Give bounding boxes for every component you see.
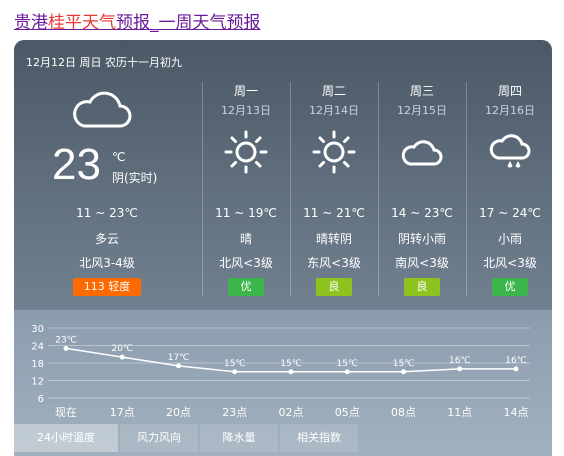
- temperature-point: [119, 354, 125, 360]
- wind-info: 北风<3级: [483, 256, 537, 270]
- date-label: 12月14日: [309, 104, 359, 117]
- temperature-point: [232, 369, 238, 375]
- aqi-badge[interactable]: 优: [228, 278, 264, 296]
- date-label: 12月15日: [397, 104, 447, 117]
- aqi-badge[interactable]: 良: [316, 278, 352, 296]
- temp-range: 14 ~ 23℃: [391, 206, 453, 220]
- x-tick-label: 23点: [222, 406, 247, 419]
- title-suffix: 预报_一周天气预报: [116, 13, 261, 33]
- forecast-day-1[interactable]: 周一 12月13日 11 ~ 19℃ 晴 北风<3级 优: [202, 76, 290, 296]
- weather-description: 小雨: [497, 232, 522, 246]
- weather-card: 12月12日 周日 农历十一月初九 23 ℃ 阴(实时) 11 ~ 23℃ 多云…: [14, 40, 552, 456]
- weather-description: 阴转小雨: [397, 232, 446, 246]
- aqi-badge[interactable]: 优: [492, 278, 528, 296]
- temperature-data-label: 16℃: [449, 356, 471, 366]
- title-prefix: 贵港: [14, 13, 48, 33]
- wind-info: 东风<3级: [307, 256, 361, 270]
- page-title[interactable]: 贵港桂平天气预报_一周天气预报: [14, 8, 261, 33]
- y-tick-label: 30: [31, 324, 44, 335]
- temp-range: 11 ~ 21℃: [303, 206, 365, 220]
- tab-indices[interactable]: 相关指数: [280, 424, 358, 452]
- tab-wind[interactable]: 风力风向: [120, 424, 198, 452]
- y-tick-label: 12: [31, 377, 44, 388]
- x-tick-label: 08点: [391, 406, 416, 419]
- weekday-label: 周一: [233, 84, 258, 98]
- today-wind: 北风3-4级: [79, 256, 135, 270]
- y-tick-label: 6: [38, 394, 44, 405]
- x-tick-label: 17点: [110, 406, 135, 419]
- realtime-condition: 阴(实时): [112, 171, 158, 185]
- temperature-point: [176, 363, 181, 369]
- temperature-point: [457, 366, 463, 372]
- temperature-data-label: 15℃: [224, 359, 246, 369]
- weekday-label: 周三: [409, 84, 434, 98]
- temperature-data-label: 23℃: [55, 335, 77, 345]
- weekday-label: 周二: [321, 84, 346, 98]
- y-tick-label: 18: [31, 359, 44, 370]
- tab-24h-temperature[interactable]: 24小时温度: [14, 424, 118, 452]
- temp-range: 17 ~ 24℃: [479, 206, 541, 220]
- y-tick-label: 24: [31, 342, 44, 353]
- temperature-point: [401, 369, 406, 375]
- today-panel: 23 ℃ 阴(实时) 11 ~ 23℃ 多云 北风3-4级 113 轻度: [14, 76, 200, 316]
- date-line: 12月12日 周日 农历十一月初九: [26, 56, 182, 69]
- date-label: 12月13日: [221, 104, 271, 117]
- x-tick-label: 现在: [55, 406, 77, 419]
- x-tick-label: 02点: [279, 406, 304, 419]
- temperature-point: [63, 345, 69, 351]
- x-tick-label: 11点: [447, 406, 472, 419]
- x-tick-label: 14点: [504, 406, 529, 419]
- temperature-data-label: 15℃: [393, 359, 415, 369]
- temperature-unit: ℃: [112, 150, 126, 164]
- tab-precipitation[interactable]: 降水量: [200, 424, 278, 452]
- temp-range: 11 ~ 19℃: [215, 206, 277, 220]
- weather-description: 晴转阴: [315, 232, 352, 246]
- light-rain-icon: [489, 134, 531, 168]
- forecast-day-4[interactable]: 周四 12月16日 17 ~ 24℃ 小雨 北风<3级 优: [466, 76, 552, 296]
- chart-tabs: 24小时温度 风力风向 降水量 相关指数: [14, 424, 552, 456]
- x-tick-label: 20点: [166, 406, 191, 419]
- temperature-data-label: 16℃: [505, 356, 527, 366]
- aqi-badge[interactable]: 良: [404, 278, 440, 296]
- forecast-day-2[interactable]: 周二 12月14日 11 ~ 21℃ 晴转阴 东风<3级 良: [290, 76, 378, 296]
- wind-info: 北风<3级: [219, 256, 273, 270]
- cloudy-icon: [401, 140, 443, 166]
- temperature-data-label: 17℃: [168, 353, 190, 363]
- current-temperature: 23: [52, 140, 101, 189]
- wind-info: 南风<3级: [395, 256, 449, 270]
- date-label: 12月16日: [485, 104, 535, 117]
- today-aqi-badge[interactable]: 113 轻度: [73, 278, 141, 296]
- cloudy-icon: [73, 91, 132, 128]
- weather-description: 晴: [239, 232, 252, 246]
- today-description: 多云: [94, 232, 119, 246]
- temperature-data-label: 20℃: [111, 344, 133, 354]
- weekday-label: 周四: [497, 84, 522, 98]
- x-tick-label: 05点: [335, 406, 360, 419]
- title-highlight: 桂平天气: [48, 13, 116, 33]
- sunny-icon: [224, 130, 268, 174]
- forecast-day-3[interactable]: 周三 12月15日 14 ~ 23℃ 阴转小雨 南风<3级 良: [378, 76, 466, 296]
- temperature-point: [513, 366, 519, 372]
- temperature-point: [344, 369, 350, 375]
- temperature-data-label: 15℃: [336, 359, 358, 369]
- temperature-data-label: 15℃: [280, 359, 302, 369]
- today-temp-range: 11 ~ 23℃: [76, 206, 138, 220]
- temperature-line-chart: 30 24 18 12 6 23℃ 20℃ 17℃ 15℃ 15℃ 15℃ 15℃ 16℃ 16℃ 现在 17…: [31, 324, 530, 419]
- temperature-point: [288, 369, 294, 375]
- sunny-icon: [312, 130, 356, 174]
